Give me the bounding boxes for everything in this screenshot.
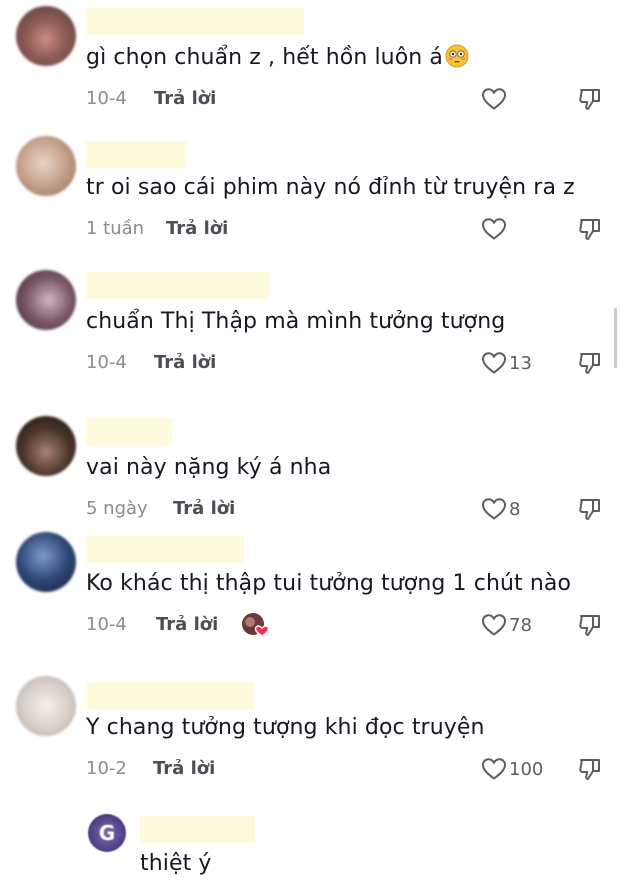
comment-item: vai này nặng ký á nha 5 ngày Trả lời 8 [0,410,620,530]
heart-outline-icon [481,498,507,520]
like-button[interactable]: 78 [481,611,532,639]
comment-item: gì chọn chuẩn z , hết hồn luôn á 10-4 Tr… [0,0,620,120]
avatar[interactable] [16,270,76,330]
heart-outline-icon [481,88,507,110]
comment-text: Ko khác thị thập tui tưởng tượng 1 chút … [86,571,572,596]
like-button[interactable]: 13 [481,349,532,377]
like-count: 100 [509,758,544,780]
comment-date: 10-4 [86,88,127,109]
heart-outline-icon [481,352,507,374]
reply-button[interactable]: Trả lời [156,611,218,639]
reply-button[interactable]: Trả lời [154,349,216,377]
comment-text: thiệt ý [140,851,212,876]
reply-button[interactable]: Trả lời [153,755,215,783]
comment-item: Ko khác thị thập tui tưởng tượng 1 chút … [0,526,620,646]
thumbs-down-outline-icon[interactable] [576,215,604,243]
comment-meta: 5 ngày Trả lời [86,495,606,523]
thumbs-down-outline-icon[interactable] [576,755,604,783]
comment-date: 10-4 [86,614,127,635]
avatar-letter: G [98,821,116,845]
comment-text: gì chọn chuẩn z , hết hồn luôn á [86,44,469,72]
thumbs-down-outline-icon[interactable] [576,611,604,639]
comment-item: chuẩn Thị Thập mà mình tưởng tượng 10-4 … [0,264,620,384]
comment-date: 5 ngày [86,498,148,519]
username-redacted [140,816,255,843]
comment-text: vai này nặng ký á nha [86,455,332,480]
like-button[interactable] [481,215,509,243]
thumbs-down-outline-icon[interactable] [576,495,604,523]
heart-outline-icon [481,218,507,240]
like-count: 8 [509,498,521,520]
like-count: 13 [509,352,532,374]
username-redacted [86,682,254,709]
like-count: 78 [509,614,532,636]
comment-text: chuẩn Thị Thập mà mình tưởng tượng [86,309,506,334]
comment-text: tr oi sao cái phim này nó đỉnh từ truyện… [86,175,575,200]
avatar[interactable] [16,416,76,476]
creator-liked-badge [240,611,270,639]
heart-outline-icon [481,758,507,780]
username-redacted [86,8,304,35]
comment-meta: 10-4 Trả lời [86,85,606,113]
reply-item: G thiệt ý [0,810,620,885]
comment-date: 1 tuần [86,218,145,239]
avatar[interactable] [16,6,76,66]
avatar[interactable] [16,532,76,592]
comment-item: tr oi sao cái phim này nó đỉnh từ truyện… [0,130,620,250]
username-redacted [86,536,244,563]
reply-button[interactable]: Trả lời [154,85,216,113]
comment-item: Y chang tưởng tượng khi đọc truyện 10-2 … [0,670,620,790]
like-button[interactable]: 100 [481,755,543,783]
comment-date: 10-2 [86,758,127,779]
avatar-heart-icon [242,613,270,637]
reply-button[interactable]: Trả lời [173,495,235,523]
avatar[interactable] [16,676,76,736]
username-redacted [86,418,172,445]
reply-button[interactable]: Trả lời [166,215,228,243]
thumbs-down-outline-icon[interactable] [576,349,604,377]
username-redacted [86,141,186,168]
heart-outline-icon [481,614,507,636]
username-redacted [86,272,269,299]
avatar[interactable]: G [88,814,126,852]
avatar[interactable] [16,136,76,196]
like-button[interactable] [481,85,509,113]
comment-meta: 1 tuần Trả lời [86,215,606,243]
comment-date: 10-4 [86,352,127,373]
comment-text: Y chang tưởng tượng khi đọc truyện [86,715,485,740]
scrollbar[interactable] [614,308,617,368]
thumbs-down-outline-icon[interactable] [576,85,604,113]
flushed-face-icon [445,44,469,68]
like-button[interactable]: 8 [481,495,520,523]
